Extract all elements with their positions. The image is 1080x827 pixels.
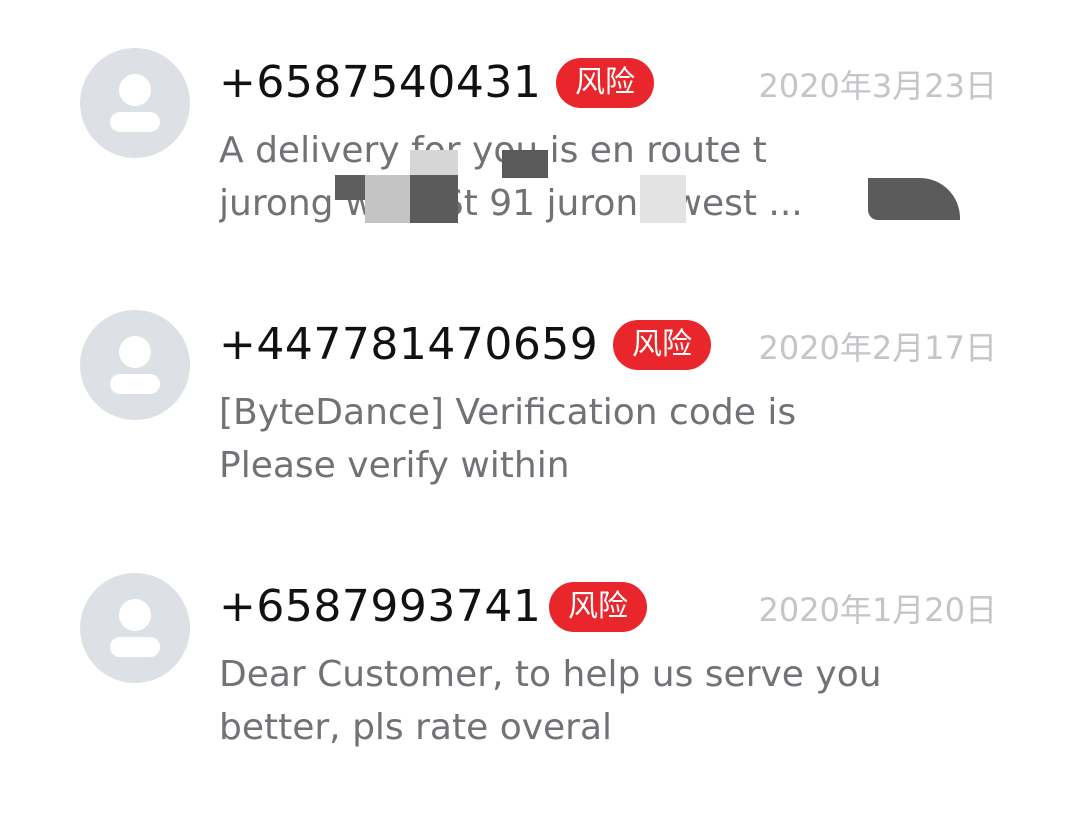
avatar-body-shape <box>110 637 160 657</box>
sender-number: +6587540431 <box>219 57 542 108</box>
redaction-block <box>640 175 686 223</box>
avatar-head-shape <box>119 74 151 106</box>
avatar-body-shape <box>110 112 160 132</box>
redaction-block <box>502 150 548 178</box>
message-item[interactable]: +447781470659 风险 2020年2月17日 [ByteDance] … <box>0 262 1080 524</box>
avatar-head-shape <box>119 599 151 631</box>
sender-number: +6587993741 <box>219 581 542 632</box>
person-placeholder-icon <box>80 573 190 683</box>
preview-line-1: Dear Customer, to help us serve you <box>219 654 882 695</box>
message-item[interactable]: +6587993741 风险 2020年1月20日 Dear Customer,… <box>0 524 1080 786</box>
avatar-head-shape <box>119 336 151 368</box>
redaction-block <box>800 384 935 438</box>
avatar-body-shape <box>110 374 160 394</box>
redaction-block <box>410 150 458 175</box>
message-preview: Dear Customer, to help us serve you bett… <box>219 648 999 754</box>
person-placeholder-icon <box>80 48 190 158</box>
risk-badge: 风险 <box>549 582 647 632</box>
sender-number: +447781470659 <box>219 319 599 370</box>
person-placeholder-icon <box>80 310 190 420</box>
preview-line-2: jurong west St 91 jurong west ... <box>219 183 803 224</box>
preview-line-2: Please verify within <box>219 445 570 486</box>
redaction-block <box>335 175 365 200</box>
redaction-mosaic <box>335 150 460 225</box>
message-date: 2020年2月17日 <box>758 329 997 367</box>
message-date: 2020年1月20日 <box>758 591 997 629</box>
message-item[interactable]: +6587540431 风险 2020年3月23日 A delivery for… <box>0 0 1080 262</box>
redaction-block <box>410 175 458 223</box>
risk-badge: 风险 <box>613 320 711 370</box>
redaction-block <box>365 175 410 223</box>
message-date: 2020年3月23日 <box>758 67 997 105</box>
risk-badge: 风险 <box>556 58 654 108</box>
preview-line-2: better, pls rate overal <box>219 707 613 748</box>
